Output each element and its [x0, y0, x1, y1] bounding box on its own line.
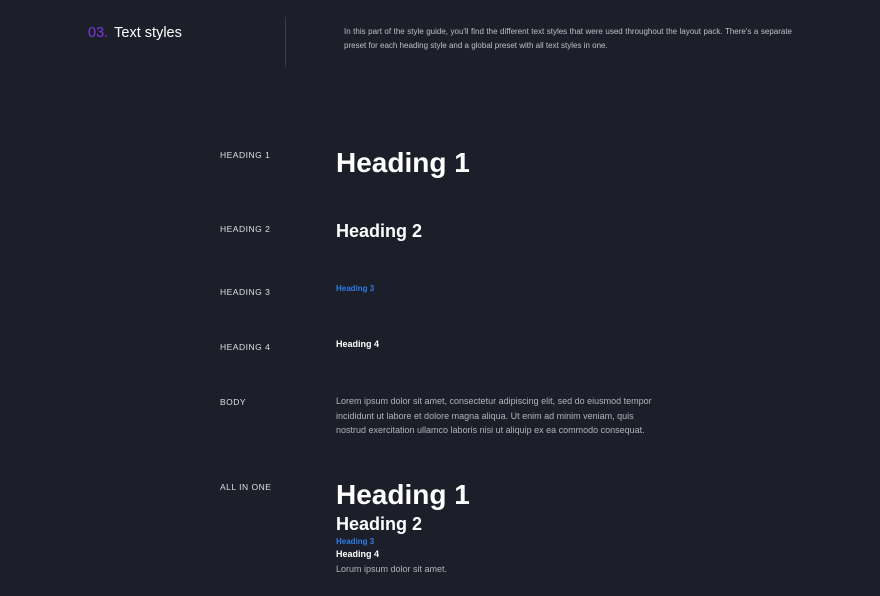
section-heading: 03. Text styles — [88, 25, 275, 67]
style-sample: Heading 1 Heading 2 Heading 3 Heading 4 … — [336, 479, 792, 576]
style-row-heading-1: HEADING 1 Heading 1 — [220, 147, 792, 179]
heading-1-sample: Heading 1 — [336, 479, 792, 511]
section-title: Text styles — [114, 25, 182, 67]
body-text-sample: Lorum ipsum dolor sit amet. — [336, 562, 666, 576]
heading-4-sample: Heading 4 — [336, 339, 792, 349]
style-row-body: BODY Lorem ipsum dolor sit amet, consect… — [220, 394, 792, 437]
style-sample: Heading 1 — [336, 147, 792, 179]
style-sample: Lorem ipsum dolor sit amet, consectetur … — [336, 394, 792, 437]
body-text-sample: Lorem ipsum dolor sit amet, consectetur … — [336, 394, 666, 437]
style-row-heading-2: HEADING 2 Heading 2 — [220, 221, 792, 242]
style-sample: Heading 2 — [336, 221, 792, 242]
heading-1-sample: Heading 1 — [336, 147, 792, 179]
heading-2-sample: Heading 2 — [336, 514, 792, 535]
style-label: ALL IN ONE — [220, 479, 336, 576]
style-sample: Heading 4 — [336, 339, 792, 352]
style-label: HEADING 2 — [220, 221, 336, 242]
styles-list: HEADING 1 Heading 1 HEADING 2 Heading 2 … — [0, 67, 880, 576]
style-row-heading-4: HEADING 4 Heading 4 — [220, 339, 792, 352]
heading-4-sample: Heading 4 — [336, 549, 792, 559]
style-row-heading-3: HEADING 3 Heading 3 — [220, 284, 792, 297]
heading-3-sample: Heading 3 — [336, 284, 792, 293]
style-label: HEADING 4 — [220, 339, 336, 352]
heading-2-sample: Heading 2 — [336, 221, 792, 242]
vertical-divider — [285, 17, 286, 67]
style-label: BODY — [220, 394, 336, 437]
style-sample: Heading 3 — [336, 284, 792, 297]
style-row-all-in-one: ALL IN ONE Heading 1 Heading 2 Heading 3… — [220, 479, 792, 576]
style-label: HEADING 3 — [220, 284, 336, 297]
section-number: 03. — [88, 25, 108, 67]
style-label: HEADING 1 — [220, 147, 336, 179]
header-section: 03. Text styles In this part of the styl… — [0, 0, 880, 67]
section-description: In this part of the style guide, you'll … — [344, 25, 792, 67]
heading-3-sample: Heading 3 — [336, 537, 792, 546]
